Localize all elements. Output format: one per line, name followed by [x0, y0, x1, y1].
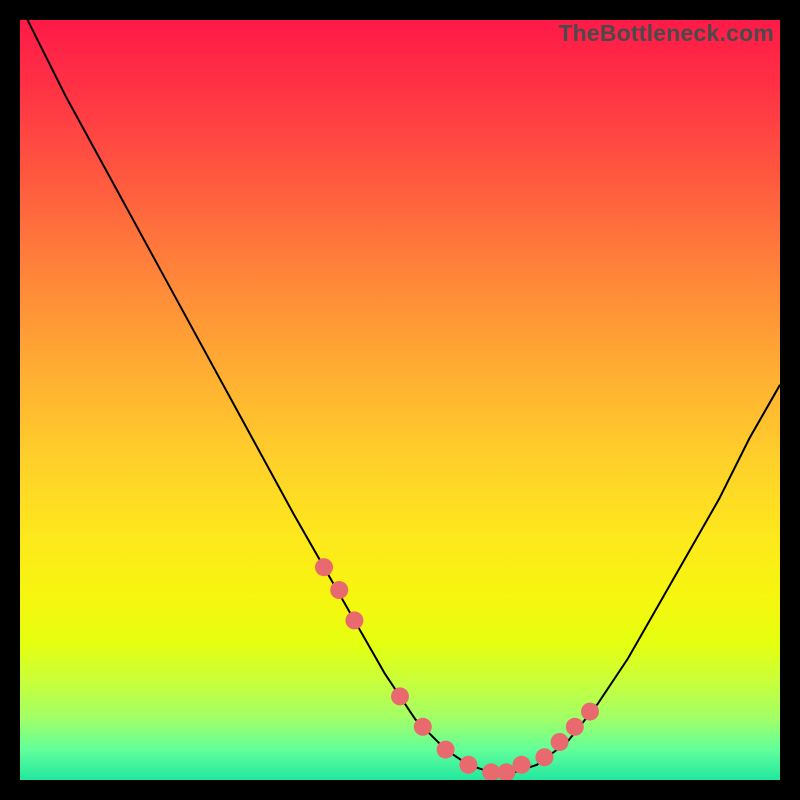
- highlight-dot: [459, 756, 477, 774]
- highlight-dot: [391, 687, 409, 705]
- chart-frame: TheBottleneck.com: [20, 20, 780, 780]
- highlight-dot: [414, 718, 432, 736]
- highlight-dot: [566, 718, 584, 736]
- highlight-dot: [535, 748, 553, 766]
- highlight-dots-group: [315, 558, 599, 780]
- highlight-dot: [315, 558, 333, 576]
- plot-area: TheBottleneck.com: [20, 20, 780, 780]
- highlight-dot: [581, 703, 599, 721]
- highlight-dot: [513, 756, 531, 774]
- highlight-dot: [551, 733, 569, 751]
- bottleneck-curve-line: [28, 20, 780, 772]
- highlight-dot: [437, 741, 455, 759]
- watermark-label: TheBottleneck.com: [558, 20, 774, 47]
- highlight-dot: [345, 611, 363, 629]
- highlight-dot: [330, 581, 348, 599]
- bottleneck-curve-svg: [20, 20, 780, 780]
